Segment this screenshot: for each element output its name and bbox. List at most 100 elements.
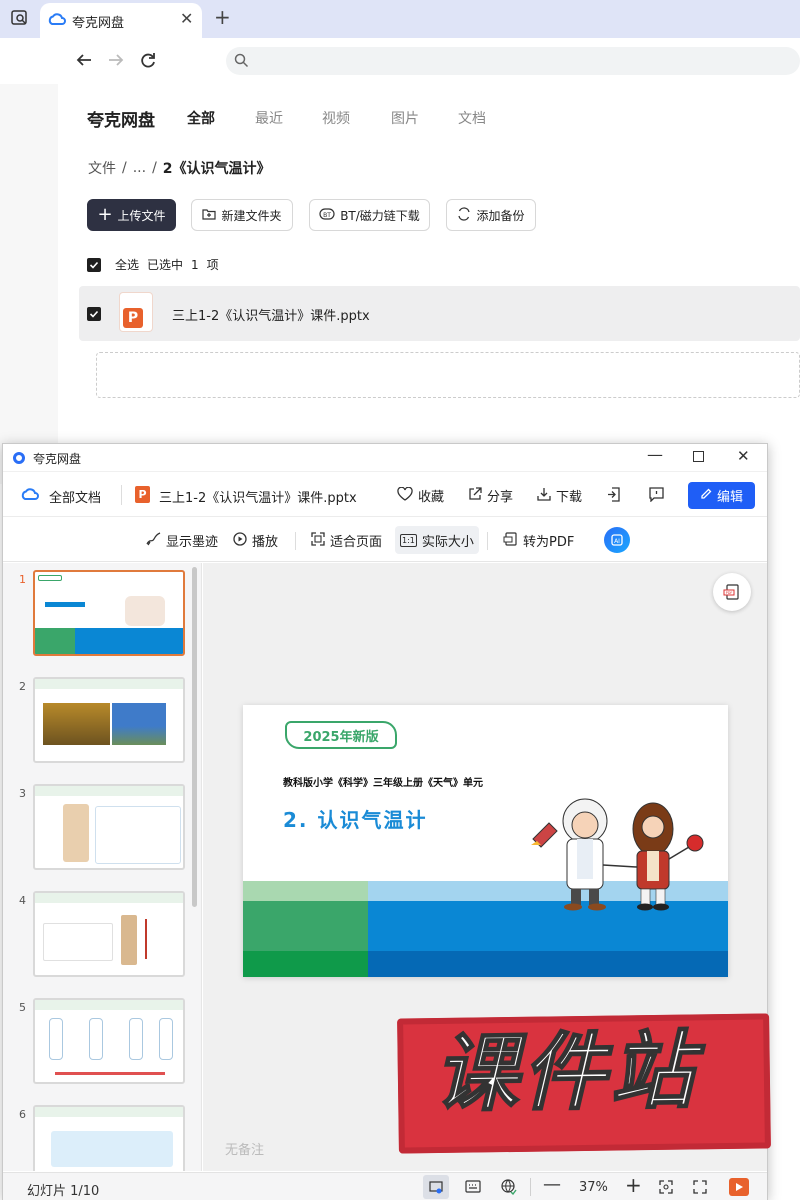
minimize-icon[interactable]: — [647,445,663,464]
forward-icon[interactable] [108,52,124,72]
ink-icon [145,531,161,550]
download-button[interactable]: 下载 [537,486,582,505]
url-input[interactable] [226,47,800,75]
tab-recent[interactable]: 最近 [255,108,283,128]
add-backup-label: 添加备份 [476,208,525,223]
divider [487,532,488,550]
slide-thumbnail-5[interactable] [33,998,185,1084]
slide-thumbnail-6[interactable] [33,1105,185,1171]
bt-download-button[interactable]: BT BT/磁力链下载 [309,199,430,231]
comment-icon[interactable] [649,487,664,506]
upload-button[interactable]: + 上传文件 [87,199,176,231]
to-pdf-float-icon[interactable]: PDF [713,573,751,611]
play-button[interactable]: 播放 [233,531,278,550]
notes-placeholder[interactable]: 无备注 [225,1139,264,1158]
document-title: 三上1-2《认识气温计》课件.pptx [159,491,357,506]
edit-button[interactable]: 编辑 [688,482,755,509]
browser-tab[interactable]: 夸克网盘 ✕ [40,3,202,38]
maximize-icon[interactable] [693,451,704,462]
reload-icon[interactable] [140,52,156,72]
share-button[interactable]: 分享 [468,486,513,505]
play-label: 播放 [252,535,279,550]
thumbnail-panel: 1 2 3 4 5 6 [3,563,202,1171]
current-slide[interactable]: 2025年新版 教科版小学《科学》三年级上册《天气》单元 2. 认识气温计 [243,705,728,977]
collect-button[interactable]: 收藏 [397,486,444,505]
actual-size-button[interactable]: 1:1 实际大小 [395,526,479,554]
thumb-diagram [51,1131,173,1167]
globe-icon[interactable] [501,1179,517,1199]
tab-all[interactable]: 全部 [187,108,215,128]
window-title-bar: 夸克网盘 — ✕ [3,444,767,472]
browser-tab-bar: 夸克网盘 ✕ + [0,0,800,38]
tab-close-icon[interactable]: ✕ [180,9,193,28]
thumb-red-note [55,1072,165,1075]
one-to-one-icon: 1:1 [400,533,417,547]
thumb-badge [38,575,62,581]
bt-label: BT/磁力链下载 [340,208,420,223]
folder-plus-icon [202,208,217,223]
show-ink-label: 显示墨迹 [166,535,219,550]
slide-thumbnail-2[interactable] [33,677,185,763]
svg-text:AI: AI [614,538,620,545]
selected-suffix: 项 [206,258,219,272]
new-folder-button[interactable]: 新建文件夹 [191,199,293,231]
tab-document[interactable]: 文档 [458,108,486,128]
ai-assistant-icon[interactable]: AI [604,527,630,553]
slideshow-play-icon[interactable] [729,1178,749,1196]
file-row[interactable]: P 三上1-2《认识气温计》课件.pptx [79,286,800,341]
download-icon [537,487,551,505]
drop-zone[interactable] [96,352,800,398]
zoom-level[interactable]: 37% [579,1180,608,1195]
thumb-thermometer [159,1018,173,1060]
slide-thumbnail-3[interactable] [33,784,185,870]
document-header: 全部文档 P 三上1-2《认识气温计》课件.pptx 收藏 分享 下载 编辑 [3,473,767,517]
fit-page-button[interactable]: 适合页面 [311,531,382,550]
divider [295,532,296,550]
download-label: 下载 [556,490,583,505]
quark-cloud-icon [48,12,66,32]
back-icon[interactable] [76,52,92,72]
thumb-labels [145,919,163,959]
zoom-out-icon[interactable]: — [543,1174,561,1195]
select-all-checkbox[interactable] [87,257,101,272]
zoom-in-icon[interactable]: + [625,1173,642,1197]
thumb-number: 2 [19,680,26,693]
file-row-checkbox[interactable] [87,307,101,321]
tab-image[interactable]: 图片 [391,108,419,128]
show-ink-button[interactable]: 显示墨迹 [145,531,218,550]
new-tab-icon[interactable]: + [214,5,231,29]
breadcrumb-ellipsis[interactable]: ... [133,160,146,176]
notes-toggle-icon[interactable] [423,1175,449,1199]
file-name[interactable]: 三上1-2《认识气温计》课件.pptx [172,305,370,324]
convert-pdf-button[interactable]: 转为PDF [503,531,574,550]
watermark-text: 课件站 [432,1020,699,1124]
fullscreen-icon[interactable] [693,1180,707,1198]
thumb-thermometer [89,1018,103,1060]
select-all-label[interactable]: 全选 [115,256,139,273]
thumb-number: 4 [19,894,26,907]
keyboard-icon[interactable] [465,1180,481,1197]
watermark-stamp: 课件站 [397,1013,771,1154]
close-icon[interactable]: ✕ [737,447,750,465]
breadcrumb-separator: / [152,160,157,176]
fit-window-icon[interactable] [659,1180,673,1198]
tab-search-icon[interactable] [10,8,30,28]
add-backup-button[interactable]: 添加备份 [446,199,536,231]
scientists-illustration [531,798,704,911]
breadcrumb-root[interactable]: 文件 [88,158,116,178]
slide-thumbnail-4[interactable] [33,891,185,977]
thumb-number: 1 [19,573,26,586]
slide-thumbnail-1[interactable] [33,570,185,656]
thumb-ruler [43,923,113,961]
thumb-thermometer [63,804,89,862]
thumb-thermometer [49,1018,63,1060]
thumb-number: 5 [19,1001,26,1014]
save-to-icon[interactable] [607,487,621,506]
thumbnail-scrollbar[interactable] [192,567,197,907]
heart-icon [397,486,413,505]
all-documents-link[interactable]: 全部文档 [49,487,101,506]
viewer-toolbar: 显示墨迹 播放 适合页面 1:1 实际大小 转为PDF AI [3,518,767,562]
tab-video[interactable]: 视频 [322,108,350,128]
play-icon [233,531,247,550]
fit-page-label: 适合页面 [330,535,383,550]
